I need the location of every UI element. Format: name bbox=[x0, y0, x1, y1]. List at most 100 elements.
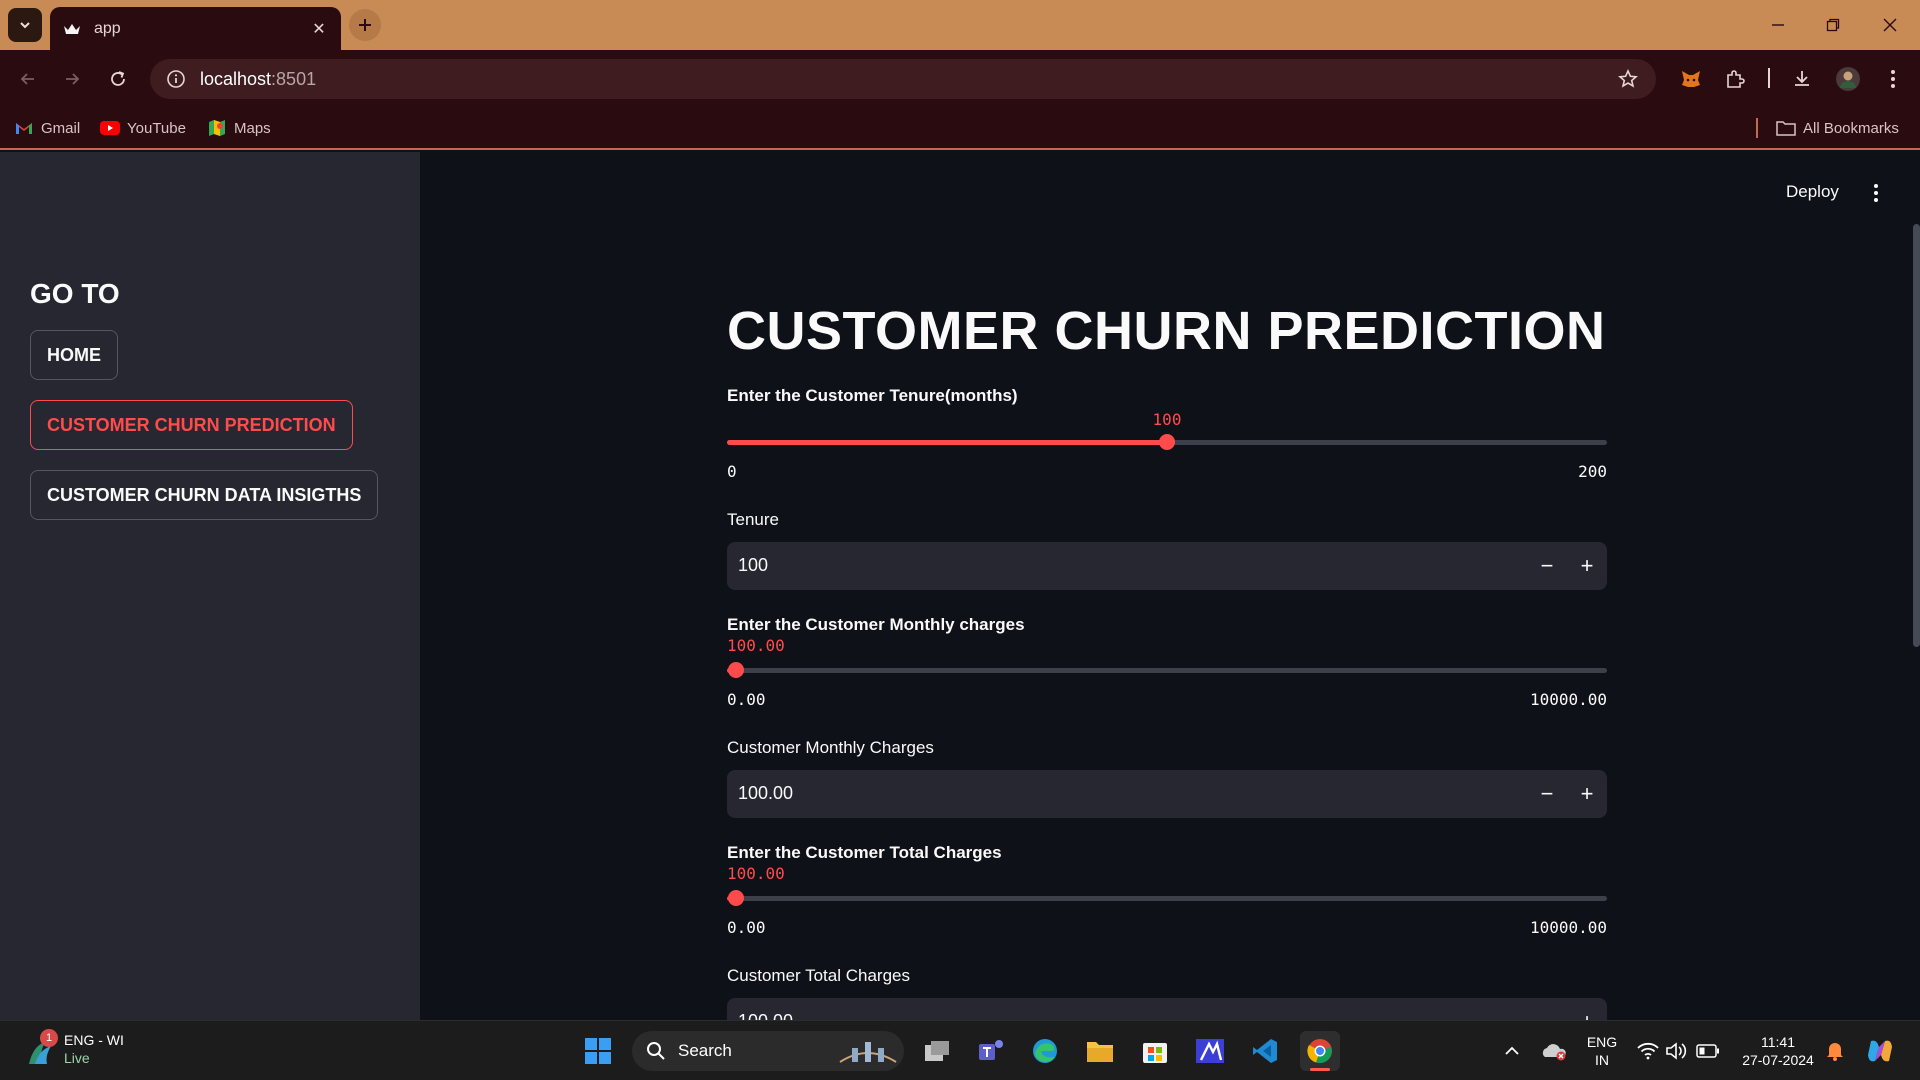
tab-title: app bbox=[94, 19, 121, 37]
back-button[interactable] bbox=[12, 63, 44, 95]
toolbar-divider bbox=[1768, 68, 1770, 88]
forward-button[interactable] bbox=[56, 63, 88, 95]
tenure-slider-label: Enter the Customer Tenure(months) bbox=[727, 386, 1018, 405]
file-explorer-icon[interactable] bbox=[1080, 1031, 1120, 1071]
total-charges-slider[interactable]: 100.00 bbox=[727, 864, 1607, 906]
bookmark-gmail[interactable]: Gmail bbox=[14, 116, 80, 140]
address-bar[interactable]: localhost:8501 bbox=[150, 59, 1656, 99]
churn-prediction-button[interactable]: CUSTOMER CHURN PREDICTION bbox=[30, 400, 353, 450]
bookmark-label: Gmail bbox=[41, 119, 81, 137]
deploy-button[interactable]: Deploy bbox=[1786, 182, 1839, 202]
chevron-up-icon bbox=[1505, 1046, 1519, 1055]
vscode-icon[interactable] bbox=[1245, 1031, 1285, 1071]
scrollbar[interactable] bbox=[1913, 224, 1920, 647]
language-indicator[interactable]: ENG IN bbox=[1582, 1033, 1622, 1069]
total-slider-label: Enter the Customer Total Charges bbox=[727, 843, 1002, 862]
weather-line2: Live bbox=[64, 1050, 90, 1066]
clock[interactable]: 11:41 27-07-2024 bbox=[1736, 1033, 1820, 1069]
plus-icon bbox=[359, 19, 371, 31]
decrement-button[interactable]: − bbox=[1527, 770, 1567, 818]
tenure-number-input[interactable]: 100 − + bbox=[727, 542, 1607, 590]
monthly-charges-slider[interactable]: 100.00 bbox=[727, 636, 1607, 678]
increment-button[interactable]: + bbox=[1567, 770, 1607, 818]
bookmark-maps[interactable]: Maps bbox=[207, 116, 271, 140]
url-port: :8501 bbox=[271, 68, 317, 89]
decrement-button[interactable]: − bbox=[1527, 542, 1567, 590]
all-bookmarks-button[interactable]: All Bookmarks bbox=[1776, 116, 1899, 140]
slider-thumb[interactable] bbox=[728, 890, 744, 906]
close-icon bbox=[1883, 18, 1897, 32]
browser-tab[interactable]: app ✕ bbox=[50, 7, 341, 50]
weather-line1: ENG - WI bbox=[64, 1032, 124, 1048]
arrow-left-icon bbox=[20, 73, 34, 85]
teams-icon[interactable] bbox=[971, 1031, 1011, 1071]
weather-widget[interactable]: 1 bbox=[20, 1029, 60, 1071]
sidebar-heading: GO TO bbox=[30, 278, 120, 309]
reload-button[interactable] bbox=[102, 63, 134, 95]
taskbar-search[interactable]: Search bbox=[632, 1031, 904, 1071]
active-app-indicator bbox=[1310, 1068, 1330, 1071]
app-menu-icon[interactable] bbox=[1864, 178, 1888, 208]
slider-fill bbox=[727, 440, 1167, 445]
slider-max-label: 200 bbox=[1578, 462, 1607, 481]
gmail-icon bbox=[14, 119, 34, 137]
all-bookmarks-label: All Bookmarks bbox=[1803, 119, 1899, 137]
microsoft-store-icon[interactable] bbox=[1135, 1031, 1175, 1071]
slider-thumb[interactable] bbox=[1159, 434, 1175, 450]
notifications-bell-icon[interactable] bbox=[1815, 1031, 1855, 1071]
minimize-icon bbox=[1772, 24, 1784, 26]
battery-icon[interactable] bbox=[1688, 1031, 1728, 1071]
onedrive-icon[interactable] bbox=[1534, 1031, 1574, 1071]
bookmark-youtube[interactable]: YouTube bbox=[100, 116, 186, 140]
slider-max-label: 10000.00 bbox=[1529, 690, 1607, 709]
churn-insights-button[interactable]: CUSTOMER CHURN DATA INSIGTHS bbox=[30, 470, 379, 520]
tenure-input-value[interactable]: 100 bbox=[738, 555, 768, 576]
download-icon[interactable] bbox=[1786, 63, 1818, 95]
clock-time: 11:41 bbox=[1761, 1034, 1795, 1050]
slider-value: 100.00 bbox=[727, 636, 785, 655]
monthly-input-label: Customer Monthly Charges bbox=[727, 738, 934, 757]
task-view-icon[interactable] bbox=[917, 1031, 957, 1071]
windows-logo-icon bbox=[585, 1038, 611, 1064]
slider-min-label: 0.00 bbox=[727, 690, 766, 709]
close-tab-icon[interactable]: ✕ bbox=[309, 19, 329, 39]
bookmark-star-icon[interactable] bbox=[1616, 67, 1640, 91]
edge-browser-icon[interactable] bbox=[1025, 1031, 1065, 1071]
close-window-button[interactable] bbox=[1870, 10, 1910, 40]
site-info-icon[interactable] bbox=[164, 67, 188, 91]
monthly-slider-label: Enter the Customer Monthly charges bbox=[727, 615, 1025, 634]
extensions-puzzle-icon[interactable] bbox=[1719, 63, 1751, 95]
slider-max-label: 10000.00 bbox=[1529, 918, 1607, 937]
tenure-slider[interactable]: 100 bbox=[727, 410, 1607, 450]
increment-button[interactable]: + bbox=[1567, 542, 1607, 590]
start-button[interactable] bbox=[578, 1031, 618, 1071]
profile-avatar[interactable] bbox=[1832, 63, 1864, 95]
app-sidebar: GO TO HOME CUSTOMER CHURN PREDICTION CUS… bbox=[0, 152, 420, 1020]
copilot-icon[interactable] bbox=[1860, 1031, 1900, 1071]
browser-menu-icon[interactable] bbox=[1877, 63, 1909, 95]
metamask-extension-icon[interactable] bbox=[1675, 63, 1707, 95]
monthly-input-value[interactable]: 100.00 bbox=[738, 783, 793, 804]
folder-icon bbox=[1776, 119, 1796, 137]
weather-text[interactable]: ENG - WI Live bbox=[64, 1031, 124, 1067]
bookmarks-bar: Gmail YouTube Maps All Bookmarks bbox=[0, 108, 1920, 150]
slider-min-label: 0.00 bbox=[727, 918, 766, 937]
show-hidden-icons-button[interactable] bbox=[1492, 1031, 1532, 1071]
bookmarks-divider bbox=[1756, 118, 1758, 138]
minimize-button[interactable] bbox=[1758, 10, 1798, 40]
slider-thumb[interactable] bbox=[728, 662, 744, 678]
search-label: Search bbox=[678, 1041, 732, 1060]
monthly-charges-number-input[interactable]: 100.00 − + bbox=[727, 770, 1607, 818]
maps-icon bbox=[207, 119, 227, 137]
search-icon bbox=[647, 1042, 665, 1060]
app-launcher-icon[interactable] bbox=[1190, 1031, 1230, 1071]
url-host: localhost bbox=[200, 68, 272, 89]
chrome-icon[interactable] bbox=[1300, 1031, 1340, 1071]
home-button[interactable]: HOME bbox=[30, 330, 118, 380]
windows-taskbar: 1 ENG - WI Live Search ENG IN 11:41 27-0… bbox=[0, 1020, 1920, 1080]
tab-search-button[interactable] bbox=[8, 8, 42, 42]
page-title: CUSTOMER CHURN PREDICTION bbox=[727, 301, 1606, 361]
restore-button[interactable] bbox=[1813, 10, 1853, 40]
youtube-icon bbox=[100, 119, 120, 137]
new-tab-button[interactable] bbox=[349, 9, 381, 41]
